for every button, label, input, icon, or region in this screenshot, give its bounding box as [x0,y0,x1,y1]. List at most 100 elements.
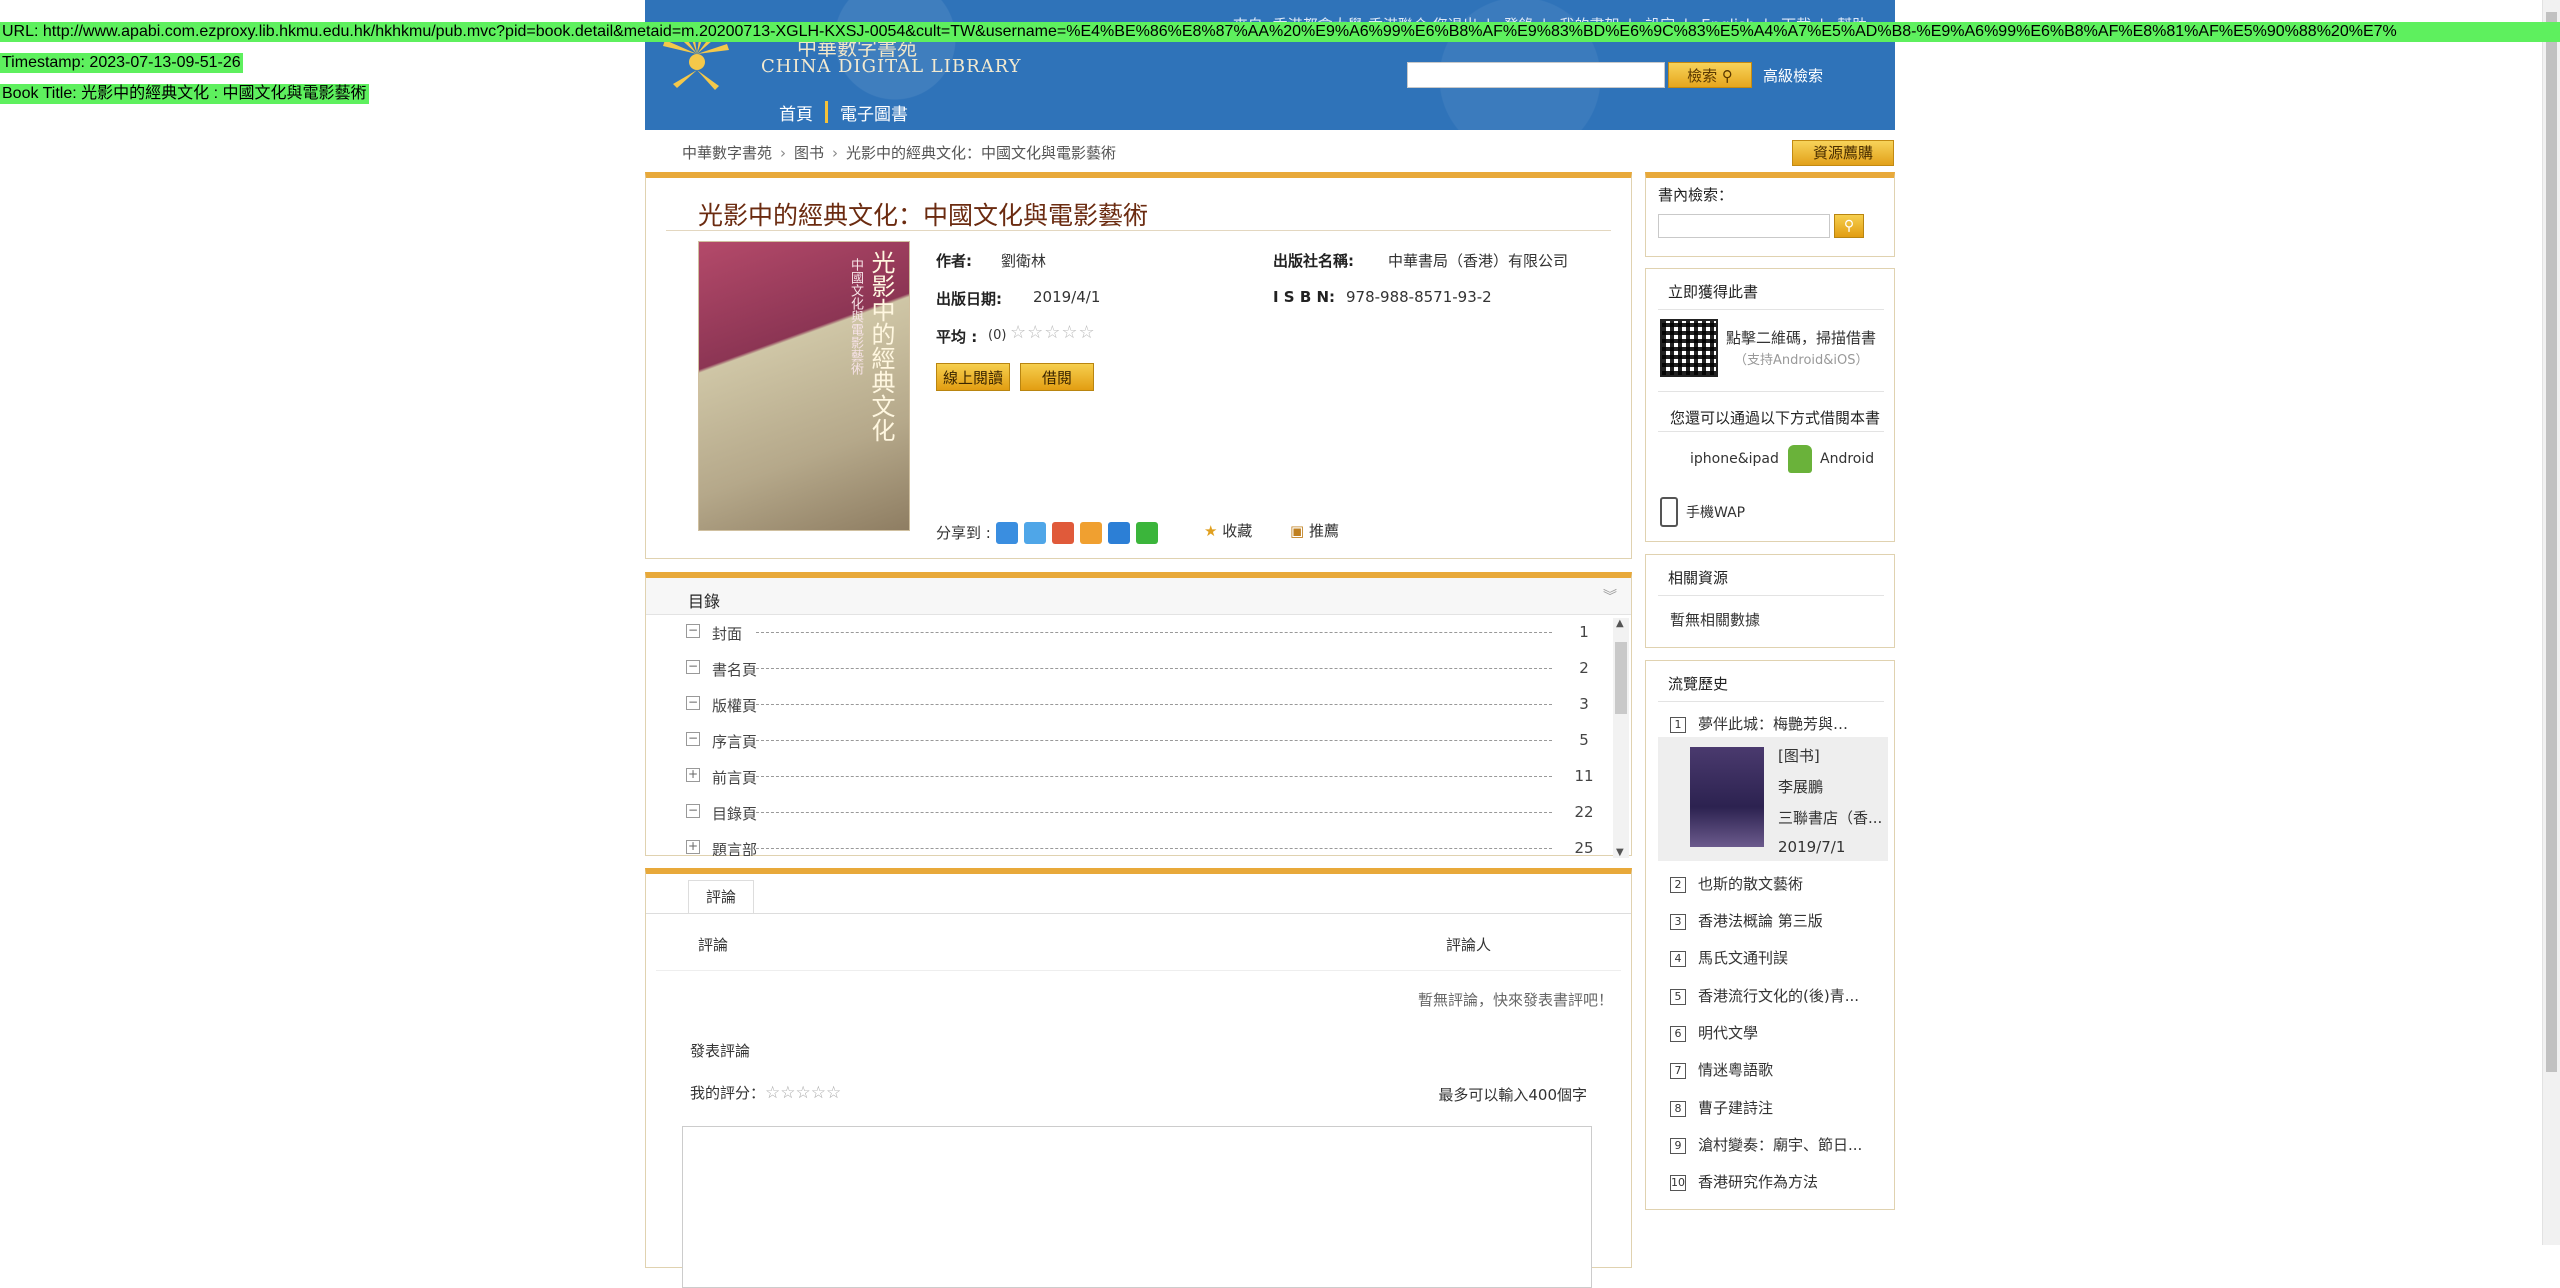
header-search-button[interactable]: 檢索 ⚲ [1668,62,1752,88]
history-item-title[interactable]: 馬氏文通刊誤 [1698,949,1788,967]
toc-item-name[interactable]: 封面 [712,623,742,644]
toc-list: − 封面 1 − 書名頁 2 − 版權頁 3 − 序言頁 5 + 前言頁 11 − 目錄頁 22 + 題言… [646,614,1611,856]
cover-title: 光影中的經典文化 [867,250,895,442]
breadcrumb-home[interactable]: 中華數字書苑 [682,144,772,162]
share-qq-icon[interactable] [1080,522,1102,544]
qr-code-icon[interactable] [1660,319,1718,377]
iphone-download[interactable]: iphone&ipad [1660,445,1779,473]
page-scroll-thumb[interactable] [2546,12,2557,1072]
toc-item-name[interactable]: 前言頁 [712,767,757,788]
toc-item[interactable]: − 序言頁 5 [646,722,1611,758]
history-item-title[interactable]: 香港流行文化的(後)青... [1698,987,1859,1005]
inbook-search-button[interactable]: ⚲ [1834,214,1864,238]
history-item-title[interactable]: 香港法概論 第三版 [1698,912,1823,930]
toc-toggle-icon[interactable]: + [686,840,700,854]
wap-link[interactable]: 手機WAP [1660,497,1745,527]
breadcrumb-books[interactable]: 图书 [794,144,824,162]
toc-leader [756,632,1552,633]
chevron-right-icon: › [780,144,787,162]
comment-textarea[interactable] [682,1126,1592,1288]
toc-item[interactable]: − 版權頁 3 [646,686,1611,722]
qr-text[interactable]: 點擊二維碼，掃描借書 [1726,327,1876,348]
share-renren-icon[interactable] [1108,522,1130,544]
history-item[interactable]: 10 香港研究作為方法 [1670,1171,1818,1192]
book-cover[interactable]: 光影中的經典文化 中國文化與電影藝術 [698,241,910,531]
history-type: [图书] [1778,747,1820,765]
toc-item[interactable]: − 書名頁 2 [646,650,1611,686]
toc-toggle-icon[interactable]: + [686,768,700,782]
history-panel: 流覽歷史 1 夢伴此城：梅艷芳與… [图书] 李展鵬 三聯書店（香... 2019… [1645,660,1895,1210]
history-cover[interactable] [1690,747,1764,847]
advanced-search-link[interactable]: 高級檢索 [1763,65,1823,86]
share-qzone-icon[interactable] [1024,522,1046,544]
inbook-search-input[interactable] [1658,214,1830,238]
history-item[interactable]: 7 情迷粵語歌 [1670,1059,1773,1080]
history-item[interactable]: 8 曹子建詩注 [1670,1097,1773,1118]
borrow-button[interactable]: 借閱 [1020,363,1094,391]
history-item-title[interactable]: 夢伴此城：梅艷芳與… [1698,715,1848,733]
toc-toggle-icon[interactable]: − [686,660,700,674]
toc-scrollbar[interactable]: ▲ ▼ [1613,618,1629,858]
iphone-label[interactable]: iphone&ipad [1690,451,1779,467]
toc-toggle-icon[interactable]: − [686,624,700,638]
history-item-title[interactable]: 曹子建詩注 [1698,1099,1773,1117]
toc-item[interactable]: + 題言部 25 [646,830,1611,856]
history-item[interactable]: 2 也斯的散文藝術 [1670,873,1803,894]
history-item-title[interactable]: 明代文學 [1698,1024,1758,1042]
history-item-title[interactable]: 也斯的散文藝術 [1698,875,1803,893]
history-item[interactable]: 5 香港流行文化的(後)青... [1670,985,1859,1006]
nav-ebooks[interactable]: 電子圖書 [828,100,920,125]
android-label[interactable]: Android [1820,451,1874,467]
toc-item-name[interactable]: 題言部 [712,839,757,856]
header-search-input[interactable] [1407,62,1665,88]
author-value[interactable]: 劉衛林 [1001,250,1046,271]
wap-label[interactable]: 手機WAP [1686,502,1745,522]
nav-home[interactable]: 首頁 [767,100,825,125]
toc-item[interactable]: − 目錄頁 22 [646,794,1611,830]
page-scrollbar[interactable] [2542,0,2560,1245]
history-item-title[interactable]: 香港研究作為方法 [1698,1173,1818,1191]
toc-item-page: 2 [1579,659,1589,677]
toc-leader [756,668,1552,669]
collapse-icon[interactable]: ︾ [1603,586,1617,606]
share-weibo-icon[interactable] [1052,522,1074,544]
toc-leader [756,776,1552,777]
tab-comments[interactable]: 評論 [688,880,754,913]
toc-panel: 目錄 ︾ − 封面 1 − 書名頁 2 − 版權頁 3 − 序言頁 5 + 前言頁 11 − 目錄頁 2… [645,572,1632,858]
favorite-button[interactable]: ★ 收藏 [1204,520,1252,541]
scroll-down-icon[interactable]: ▼ [1616,847,1624,858]
share-wechat-icon[interactable] [1136,522,1158,544]
qr-subtext: （支持Android&iOS） [1734,353,1869,368]
history-item-title[interactable]: 滄村變奏：廟宇、節日... [1698,1136,1862,1154]
history-item[interactable]: 6 明代文學 [1670,1022,1758,1043]
history-item[interactable]: 4 馬氏文通刊誤 [1670,947,1788,968]
toc-item-name[interactable]: 書名頁 [712,659,757,680]
publisher-label: 出版社名稱: [1273,252,1354,270]
scroll-up-icon[interactable]: ▲ [1616,618,1624,629]
purchase-suggest-button[interactable]: 資源薦購 [1792,140,1894,166]
toc-leader [756,812,1552,813]
recommend-button[interactable]: ▣ 推薦 [1290,520,1339,541]
share-label: 分享到 : [936,524,991,542]
toc-item-name[interactable]: 目錄頁 [712,803,757,824]
toc-item-page: 5 [1579,731,1589,749]
history-item[interactable]: 3 香港法概論 第三版 [1670,910,1823,931]
toc-item-name[interactable]: 版權頁 [712,695,757,716]
toc-item[interactable]: + 前言頁 11 [646,758,1611,794]
toc-toggle-icon[interactable]: − [686,696,700,710]
share-add-icon[interactable] [996,522,1018,544]
toc-leader [756,740,1552,741]
phone-icon [1660,497,1678,527]
toc-toggle-icon[interactable]: − [686,804,700,818]
toc-item-name[interactable]: 序言頁 [712,731,757,752]
publisher-value[interactable]: 中華書局（香港）有限公司 [1388,250,1568,271]
toc-item[interactable]: − 封面 1 [646,614,1611,650]
read-online-button[interactable]: 線上閱讀 [936,363,1010,391]
android-download[interactable]: Android [1788,445,1874,473]
history-item[interactable]: 1 夢伴此城：梅艷芳與… [1670,713,1848,734]
toc-toggle-icon[interactable]: − [686,732,700,746]
history-item[interactable]: 9 滄村變奏：廟宇、節日... [1670,1134,1862,1155]
toc-scroll-thumb[interactable] [1615,642,1627,714]
history-item-title[interactable]: 情迷粵語歌 [1698,1061,1773,1079]
my-rating-stars[interactable]: ☆☆☆☆☆ [765,1083,841,1103]
